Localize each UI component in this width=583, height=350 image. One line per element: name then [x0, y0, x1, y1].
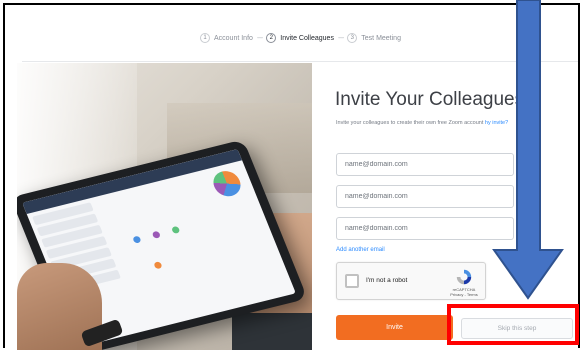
- email-field-3[interactable]: [336, 217, 514, 240]
- recaptcha-label: I'm not a robot: [366, 277, 408, 284]
- header-divider: [22, 61, 578, 62]
- email-field-2[interactable]: [336, 185, 514, 208]
- email-field-1[interactable]: [336, 153, 514, 176]
- invite-button[interactable]: Invite: [336, 315, 453, 340]
- tablet-icon: [153, 261, 163, 270]
- why-invite-link[interactable]: hy invite?: [485, 120, 508, 126]
- step-separator: ----: [256, 34, 263, 42]
- hero-photo: [17, 63, 312, 350]
- photo-sleeve: [232, 313, 312, 350]
- step-separator: ----: [337, 34, 344, 42]
- signup-stepper: 1 Account Info ---- 2 Invite Colleagues …: [200, 31, 401, 45]
- skip-step-button[interactable]: Skip this step: [461, 318, 573, 339]
- recaptcha-brand: reCAPTCHA Privacy - Terms: [447, 287, 481, 297]
- recaptcha-widget: I'm not a robot reCAPTCHA Privacy - Term…: [336, 262, 486, 300]
- recaptcha-icon: [456, 269, 472, 285]
- signup-page: 1 Account Info ---- 2 Invite Colleagues …: [3, 3, 580, 350]
- step-number: 3: [347, 33, 358, 43]
- subtitle-text: Invite your colleagues to create their o…: [336, 120, 484, 126]
- step-label: Invite Colleagues: [280, 34, 334, 42]
- step-label: Account Info: [214, 34, 253, 42]
- tablet-icon: [151, 230, 162, 239]
- step-label: Test Meeting: [361, 34, 401, 42]
- tablet-pie-chart: [209, 168, 245, 199]
- step-number: 1: [200, 33, 210, 43]
- step-account-info: 1 Account Info: [200, 33, 253, 43]
- page-subtitle: Invite your colleagues to create their o…: [336, 120, 580, 126]
- step-number: 2: [266, 33, 277, 43]
- recaptcha-privacy-terms[interactable]: Privacy - Terms: [447, 292, 481, 297]
- tablet-icon: [132, 235, 142, 244]
- recaptcha-checkbox[interactable]: [345, 274, 359, 288]
- tablet-icon: [171, 225, 181, 235]
- add-another-email-link[interactable]: Add another email: [336, 247, 385, 253]
- step-test-meeting: 3 Test Meeting: [347, 33, 401, 43]
- page-title: Invite Your Colleagues: [335, 89, 525, 110]
- step-invite-colleagues: 2 Invite Colleagues: [266, 33, 334, 43]
